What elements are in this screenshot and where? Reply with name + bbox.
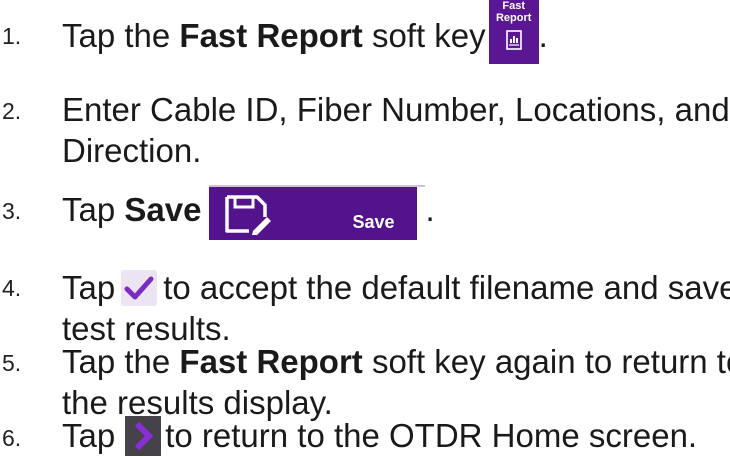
step-text-line1: Enter Cable ID, Fiber Number, Locations,… (62, 91, 730, 128)
bold-term: Fast Report (179, 343, 363, 380)
fast-report-softkey[interactable]: Fast Report (488, 0, 539, 64)
checkmark-icon[interactable] (121, 270, 158, 306)
step-text: Tap the Fast Report soft key Fast Report… (62, 0, 548, 64)
button-edge (417, 187, 426, 240)
step-text-line1: Tap to accept the default filename and s… (62, 269, 730, 306)
softkey-label-line1: Fast (502, 0, 525, 12)
bold-term: Save (124, 191, 202, 228)
step-text-line1: Tap the Fast Report soft key again to re… (62, 343, 730, 380)
report-document-icon (505, 30, 522, 50)
step-number: 1. (2, 23, 22, 49)
save-floppy-edit-icon (225, 195, 272, 235)
step-number: 5. (2, 350, 22, 376)
save-button-label: Save (352, 212, 395, 232)
bold-term: Fast Report (179, 17, 363, 54)
step-number: 6. (2, 425, 22, 451)
softkey-label-line2: Report (495, 12, 532, 24)
instruction-list: 1. Tap the Fast Report soft key Fast Rep… (0, 0, 730, 457)
step-number: 2. (2, 98, 22, 124)
step-number: 4. (2, 275, 22, 301)
step-text: Tap to return to the OTDR Home screen. (62, 416, 698, 456)
step-number: 3. (2, 198, 22, 224)
step-text: Tap Save Save . (62, 185, 435, 240)
save-button[interactable]: Save (209, 185, 426, 240)
chevron-right-icon[interactable] (125, 416, 162, 456)
step-text-line2: Direction. (62, 132, 202, 169)
